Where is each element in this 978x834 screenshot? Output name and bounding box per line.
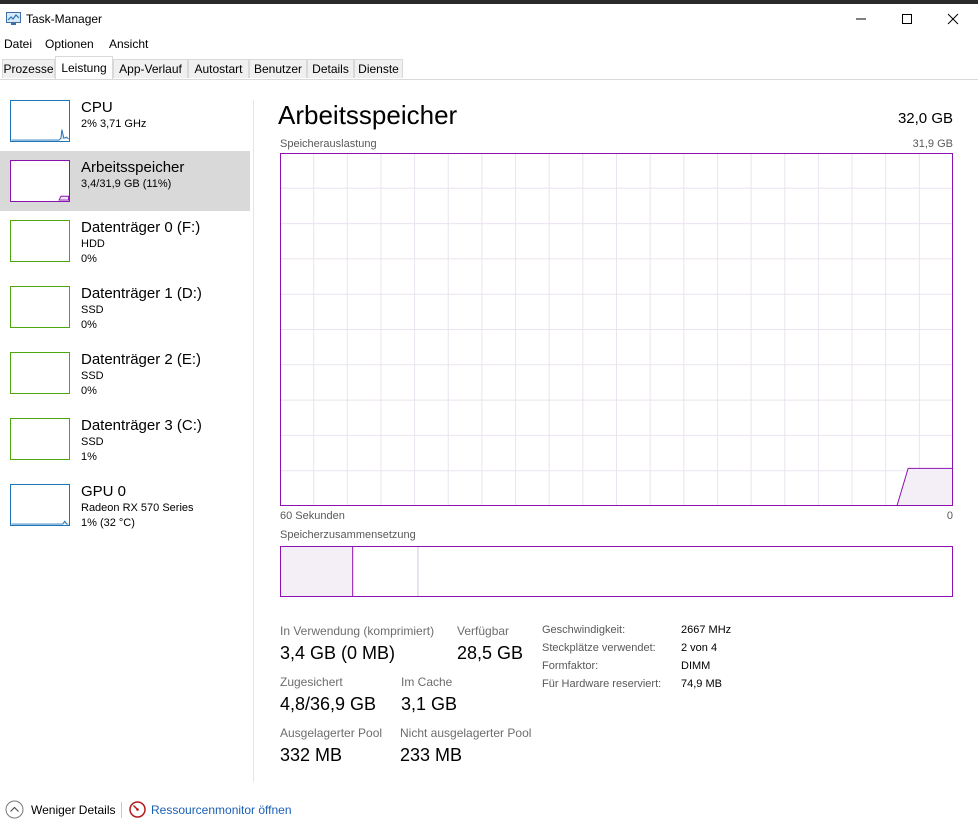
composition-border: [280, 546, 953, 597]
menu-datei[interactable]: Datei: [4, 37, 32, 51]
sidebar-item-usage: 1% (32 °C): [81, 517, 135, 529]
disk-2-mini-graph: [10, 352, 70, 394]
tab-benutzer[interactable]: Benutzer: [249, 59, 307, 78]
minimize-icon: [856, 18, 866, 20]
sidebar-item-cpu[interactable]: CPU 2% 3,71 GHz: [0, 91, 250, 151]
in-use-value: 3,4 GB (0 MB): [280, 643, 396, 663]
tab-app-verlauf[interactable]: App-Verlauf: [113, 59, 188, 78]
nonpaged-pool-label: Nicht ausgelagerter Pool: [400, 726, 532, 740]
sidebar-item-type: SSD: [81, 370, 104, 382]
disk-3-mini-graph: [10, 418, 70, 460]
open-resource-monitor-link[interactable]: Ressourcenmonitor öffnen: [151, 803, 292, 817]
tab-details[interactable]: Details: [307, 59, 354, 78]
disk-1-mini-graph: [10, 286, 70, 328]
sidebar-item-memory[interactable]: Arbeitsspeicher 3,4/31,9 GB (11%): [0, 151, 250, 211]
sidebar-item-title: CPU: [81, 99, 113, 116]
cached-label: Im Cache: [401, 675, 453, 689]
paged-pool-label: Ausgelagerter Pool: [280, 726, 383, 740]
sidebar-item-title: Datenträger 0 (F:): [81, 219, 201, 236]
sidebar-item-disk-0[interactable]: Datenträger 0 (F:) HDD 0%: [0, 211, 250, 271]
tab-dienste[interactable]: Dienste: [354, 59, 403, 78]
footer-separator: [121, 802, 122, 818]
composition-in-use-segment: [280, 546, 353, 597]
hardware-reserved-label: Für Hardware reserviert:: [542, 678, 662, 690]
sidebar-item-usage: 1%: [81, 451, 97, 463]
tab-prozesse[interactable]: Prozesse: [2, 59, 55, 78]
committed-value: 4,8/36,9 GB: [280, 694, 377, 714]
committed-label: Zugesichert: [280, 675, 343, 689]
fewer-details-button[interactable]: Weniger Details: [31, 803, 115, 817]
sidebar-item-title: Datenträger 2 (E:): [81, 351, 202, 368]
memory-mini-graph: [10, 160, 70, 202]
maximize-icon: [902, 14, 912, 24]
slots-value: 2 von 4: [681, 642, 718, 654]
chevron-up-circle-icon[interactable]: [5, 800, 24, 819]
memory-composition-bar: [280, 546, 953, 597]
sidebar-item-type: SSD: [81, 304, 104, 316]
gpu-mini-graph: [10, 484, 70, 526]
slots-label: Steckplätze verwendet:: [542, 642, 656, 654]
usage-graph-max: 31,9 GB: [912, 138, 953, 150]
sidebar-item-disk-1[interactable]: Datenträger 1 (D:) SSD 0%: [0, 277, 250, 337]
sidebar-item-disk-2[interactable]: Datenträger 2 (E:) SSD 0%: [0, 343, 250, 403]
sidebar-item-type: HDD: [81, 238, 105, 250]
tab-bar: Prozesse Leistung App-Verlauf Autostart …: [0, 56, 978, 80]
menu-bar: Datei Optionen Ansicht: [0, 35, 978, 53]
close-button[interactable]: [930, 4, 976, 34]
sidebar-item-usage: 0%: [81, 319, 97, 331]
footer: Weniger Details Ressourcenmonitor öffnen: [0, 798, 978, 824]
sidebar-item-usage: 0%: [81, 253, 97, 265]
sidebar-item-gpu-0[interactable]: GPU 0 Radeon RX 570 Series 1% (32 °C): [0, 475, 250, 535]
window-title: Task-Manager: [26, 12, 103, 26]
hardware-reserved-value: 74,9 MB: [681, 678, 722, 690]
menu-ansicht[interactable]: Ansicht: [109, 37, 148, 51]
form-factor-label: Formfaktor:: [542, 660, 599, 672]
composition-label: Speicherzusammensetzung: [280, 529, 416, 541]
sidebar-item-usage: 0%: [81, 385, 97, 397]
sidebar-item-detail: 3,4/31,9 GB (11%): [81, 178, 172, 190]
x-axis-left-label: 60 Sekunden: [280, 510, 345, 522]
memory-usage-graph: [280, 153, 953, 506]
sidebar-item-title: Datenträger 3 (C:): [81, 417, 202, 434]
tab-leistung[interactable]: Leistung: [55, 56, 113, 79]
nonpaged-pool-value: 233 MB: [400, 745, 463, 765]
speed-label: Geschwindigkeit:: [542, 624, 626, 636]
sidebar-item-title: GPU 0: [81, 483, 127, 500]
speed-value: 2667 MHz: [681, 624, 732, 636]
resource-monitor-icon: [129, 801, 146, 818]
in-use-label: In Verwendung (komprimiert): [280, 624, 435, 638]
usage-graph-label: Speicherauslastung: [280, 138, 377, 150]
disk-0-mini-graph: [10, 220, 70, 262]
menu-optionen[interactable]: Optionen: [45, 37, 94, 51]
memory-usage-area: [896, 468, 953, 506]
maximize-button[interactable]: [884, 4, 930, 34]
paged-pool-value: 332 MB: [280, 745, 343, 765]
sidebar-item-detail: 2% 3,71 GHz: [81, 118, 147, 130]
sidebar-item-title: Arbeitsspeicher: [81, 159, 185, 176]
cached-value: 3,1 GB: [401, 694, 458, 714]
memory-total: 32,0 GB: [897, 110, 953, 127]
available-value: 28,5 GB: [457, 643, 524, 663]
sidebar-item-title: Datenträger 1 (D:): [81, 285, 202, 302]
tab-autostart[interactable]: Autostart: [188, 59, 249, 78]
sidebar-item-type: SSD: [81, 436, 104, 448]
sidebar-item-model: Radeon RX 570 Series: [81, 502, 194, 514]
title-bar[interactable]: Task-Manager: [0, 4, 978, 34]
form-factor-value: DIMM: [681, 660, 711, 672]
available-label: Verfügbar: [457, 624, 510, 638]
sidebar-item-disk-3[interactable]: Datenträger 3 (C:) SSD 1%: [0, 409, 250, 469]
task-manager-icon: [6, 12, 21, 25]
cpu-mini-graph: [10, 100, 70, 142]
close-icon: [947, 13, 959, 25]
x-axis-right-label: 0: [946, 510, 953, 522]
page-title: Arbeitsspeicher: [278, 100, 458, 130]
minimize-button[interactable]: [838, 4, 884, 34]
sidebar-divider: [253, 100, 254, 782]
